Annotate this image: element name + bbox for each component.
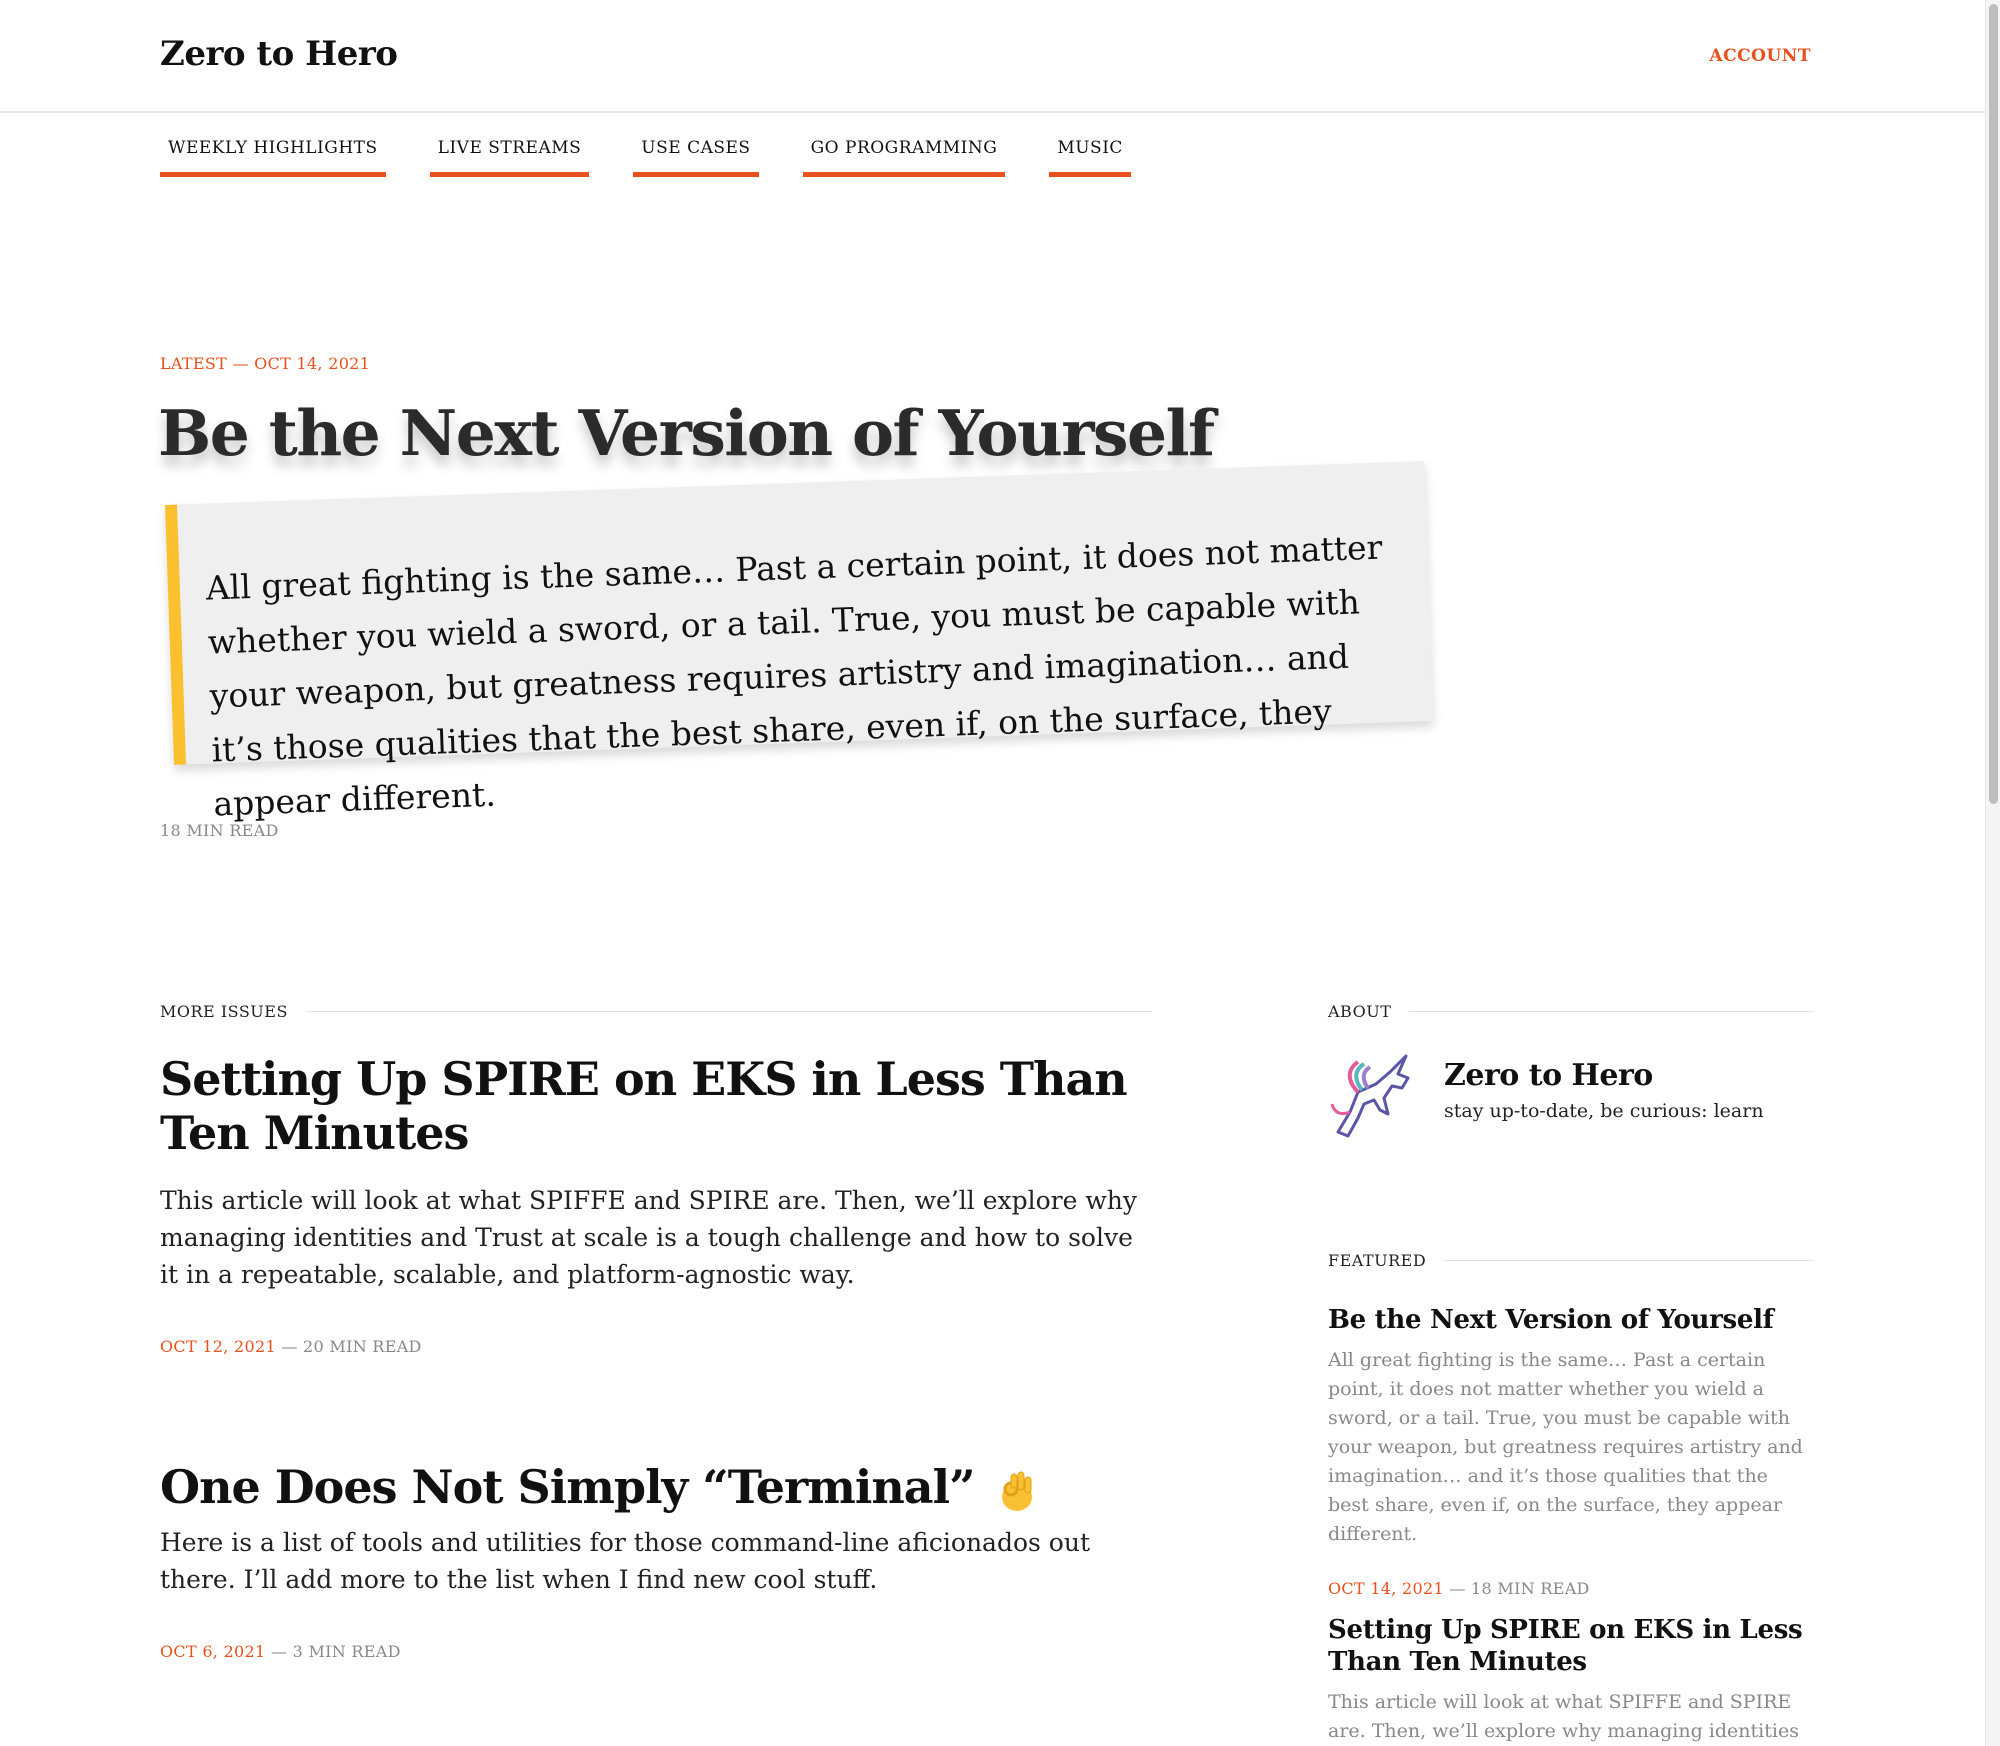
hero-quote-card[interactable]: All great fighting is the same… Past a c… — [165, 461, 1434, 823]
featured-excerpt: All great fighting is the same… Past a c… — [1328, 1349, 1803, 1545]
latest-label: LATEST — OCT 14, 2021 — [160, 354, 371, 373]
more-issues-heading: MORE ISSUES — [160, 1002, 1152, 1021]
nav-item-use-cases[interactable]: USE CASES — [633, 138, 759, 177]
article-read-time: — 20 MIN READ — [281, 1337, 422, 1356]
about-box: Zero to Hero stay up-to-date, be curious… — [1328, 1052, 1814, 1152]
about-heading: ABOUT — [1328, 1002, 1814, 1021]
featured-title[interactable]: Setting Up SPIRE on EKS in Less Than Ten… — [1328, 1614, 1814, 1678]
hero-read-time: 18 MIN READ — [160, 821, 279, 840]
page-scrollbar[interactable] — [1985, 0, 2000, 1746]
featured-item: Setting Up SPIRE on EKS in Less Than Ten… — [1328, 1614, 1814, 1746]
nav-item-live-streams[interactable]: LIVE STREAMS — [429, 138, 590, 177]
featured-title[interactable]: Be the Next Version of Yourself — [1328, 1304, 1814, 1336]
article-card: One Does Not Simply “Terminal” Here is a… — [160, 1460, 1152, 1661]
article-excerpt: Here is a list of tools and utilities fo… — [160, 1528, 1090, 1594]
article-title[interactable]: Setting Up SPIRE on EKS in Less Than Ten… — [160, 1052, 1152, 1160]
article-meta: OCT 12, 2021 — 20 MIN READ — [160, 1337, 1152, 1356]
section-divider — [305, 1011, 1152, 1012]
about-label: ABOUT — [1328, 1002, 1392, 1021]
about-tagline: stay up-to-date, be curious: learn — [1444, 1100, 1764, 1122]
article-date: OCT 6, 2021 — [160, 1642, 266, 1661]
featured-item: Be the Next Version of Yourself All grea… — [1328, 1304, 1814, 1598]
site-header: Zero to Hero ACCOUNT — [0, 0, 1985, 113]
article-date: OCT 12, 2021 — [160, 1337, 276, 1356]
scrollbar-thumb[interactable] — [1989, 4, 1998, 804]
section-divider — [1409, 1011, 1814, 1012]
more-issues-label: MORE ISSUES — [160, 1002, 288, 1021]
article-read-time: — 3 MIN READ — [270, 1642, 401, 1661]
main-nav: WEEKLY HIGHLIGHTS LIVE STREAMS USE CASES… — [160, 138, 1175, 177]
article-title[interactable]: One Does Not Simply “Terminal” — [160, 1460, 976, 1514]
hero-quote-text: All great fighting is the same… Past a c… — [205, 527, 1383, 824]
ok-hand-emoji-icon — [998, 1469, 1036, 1513]
featured-label: FEATURED — [1328, 1251, 1427, 1270]
featured-meta: OCT 14, 2021 — 18 MIN READ — [1328, 1579, 1814, 1598]
featured-excerpt: This article will look at what SPIFFE an… — [1328, 1691, 1799, 1742]
page: Zero to Hero ACCOUNT WEEKLY HIGHLIGHTS L… — [0, 0, 2000, 1746]
unicorn-icon — [1328, 1052, 1416, 1142]
site-logo[interactable]: Zero to Hero — [160, 34, 398, 74]
featured-date: OCT 14, 2021 — [1328, 1579, 1444, 1598]
article-card: Setting Up SPIRE on EKS in Less Than Ten… — [160, 1052, 1152, 1356]
hero-title[interactable]: Be the Next Version of Yourself — [158, 396, 1215, 470]
section-divider — [1444, 1260, 1814, 1261]
about-name: Zero to Hero — [1444, 1058, 1653, 1093]
account-link[interactable]: ACCOUNT — [1709, 46, 1811, 66]
article-meta: OCT 6, 2021 — 3 MIN READ — [160, 1642, 1152, 1661]
featured-heading: FEATURED — [1328, 1251, 1814, 1270]
featured-read-time: — 18 MIN READ — [1449, 1579, 1590, 1598]
article-excerpt: This article will look at what SPIFFE an… — [160, 1186, 1137, 1289]
nav-item-weekly-highlights[interactable]: WEEKLY HIGHLIGHTS — [160, 138, 386, 177]
article-title-row: One Does Not Simply “Terminal” — [160, 1460, 1152, 1514]
nav-item-music[interactable]: MUSIC — [1049, 138, 1131, 177]
nav-item-go-programming[interactable]: GO PROGRAMMING — [802, 138, 1006, 177]
